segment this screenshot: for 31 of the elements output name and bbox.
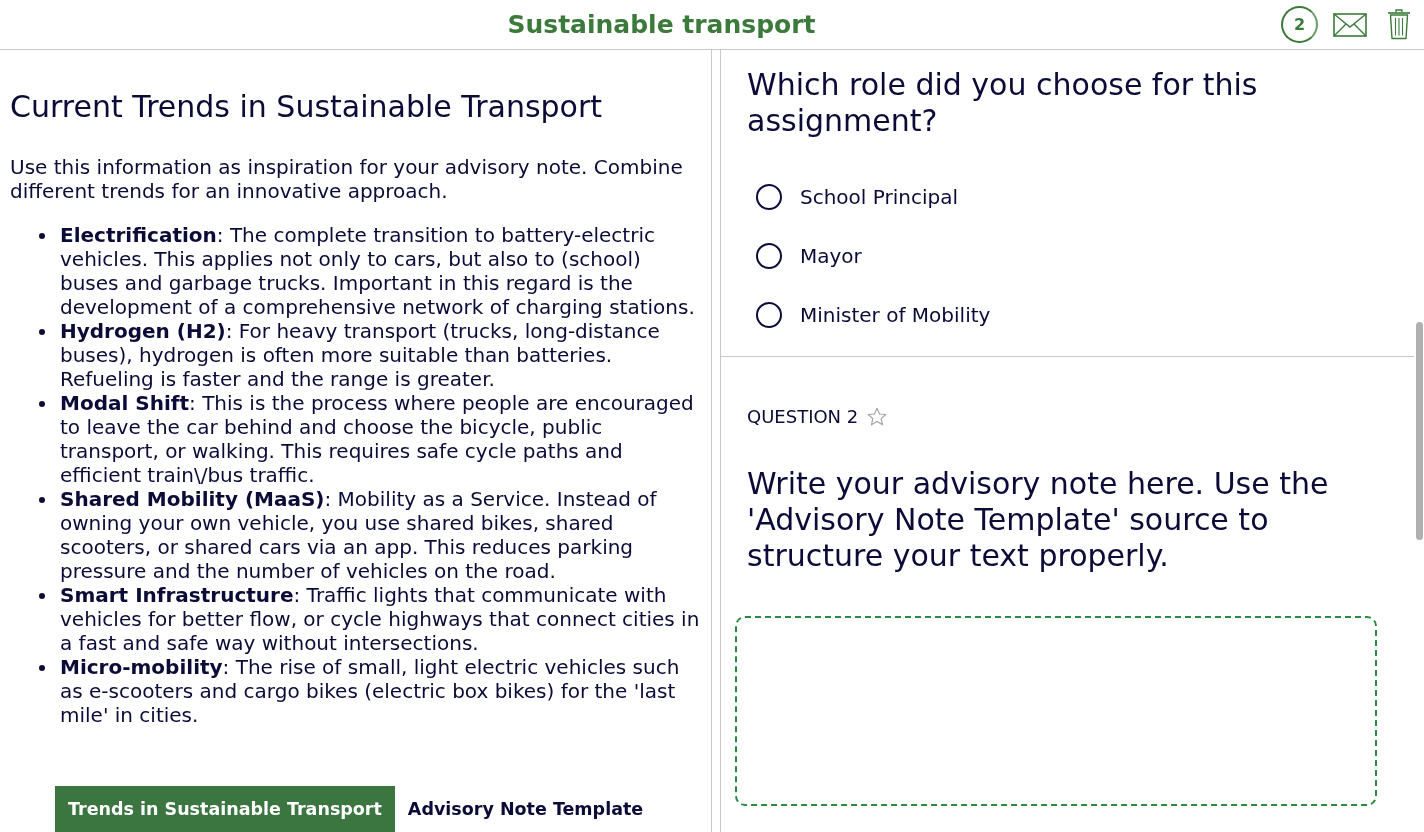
bullet-icon (39, 497, 45, 503)
bullet-icon (39, 593, 45, 599)
radio-button[interactable] (756, 301, 782, 328)
source-heading: Current Trends in Sustainable Transport (10, 89, 604, 125)
option-label[interactable]: Mayor (800, 243, 862, 268)
trend-description: Hydrogen (H2): For heavy transport (trucks, long-distance buses), hydrogen is often more suitable than batteries. Refueling is faster and the range is greater. (60, 319, 661, 391)
trend-description: Micro-mobility: The rise of small, light electric vehicles such as e-scooters and cargo bikes (electric box bikes) for the 'last mile' in cities. (60, 655, 681, 727)
trend-description: Modal Shift: This is the process where people are encouraged to leave the car behind and choose the bicycle, public transport, or walking. This requires safe cycle paths and efficient train\/bus traffic. (60, 391, 695, 487)
envelope-icon[interactable] (1333, 12, 1367, 37)
question-number: QUESTION 2 (747, 407, 859, 427)
source-tab[interactable]: Trends in Sustainable Transport (55, 786, 395, 832)
trend-description: Shared Mobility (MaaS): Mobility as a Service. Instead of owning your own vehicle, you use shared bikes, shared scooters, or shared cars via an app. This reduces parking pressure and the number of vehicles on the road. (60, 487, 658, 583)
bullet-icon (39, 233, 45, 239)
question-prompt: Which role did you choose for this assignment? (747, 67, 1259, 139)
scrollbar-thumb[interactable] (1415, 322, 1423, 540)
trend-description: Smart Infrastructure: Traffic lights that communicate with vehicles for better flow, or cycle highways that connect cities in a fast and safe way without intersections. (60, 583, 701, 655)
star-icon[interactable] (867, 407, 888, 427)
question-count-badge[interactable]: 2 (1281, 6, 1318, 43)
page-title: Sustainable transport (506, 10, 817, 39)
radio-button[interactable] (756, 242, 782, 269)
option-label[interactable]: Minister of Mobility (800, 302, 991, 327)
trend-description: Electrification: The complete transition to battery-electric vehicles. This applies not only to cars, but also to (school) buses and garbage trucks. Important in this regard is the development of a comprehensive network of charging stations. (60, 223, 696, 319)
intro-text: Use this information as inspiration for your advisory note. Combine different trends for an innovative approach. (10, 155, 684, 203)
bullet-icon (39, 329, 45, 335)
radio-button[interactable] (756, 183, 782, 210)
question-prompt: Write your advisory note here. Use the 'Advisory Note Template' source to structure your text properly. (747, 466, 1330, 574)
trash-icon[interactable] (1387, 9, 1411, 40)
option-label[interactable]: School Principal (800, 184, 958, 209)
source-tab[interactable]: Advisory Note Template (394, 786, 657, 832)
bullet-icon (39, 401, 45, 407)
bullet-icon (39, 665, 45, 671)
